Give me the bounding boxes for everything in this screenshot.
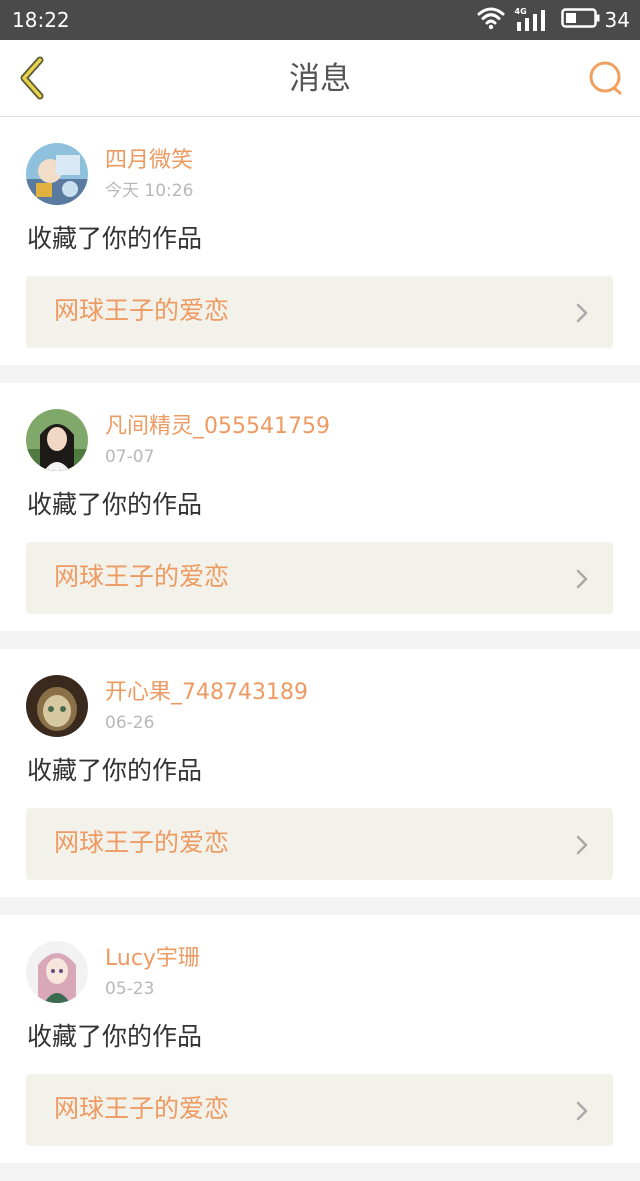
avatar[interactable] [26,675,88,737]
battery-level: 34 [604,8,630,32]
avatar[interactable] [26,941,88,1003]
status-icons: 4G 34 [477,6,630,34]
search-button[interactable] [586,58,626,98]
wifi-icon [477,6,505,34]
timestamp: 05-23 [105,979,155,999]
timestamp: 07-07 [105,447,155,467]
signal-icon: 4G [515,8,551,32]
username[interactable]: 四月微笑 [105,147,193,175]
message-text: 收藏了你的作品 [27,224,203,253]
work-title: 网球王子的爱恋 [54,1094,230,1123]
chevron-right-icon [576,835,588,855]
username[interactable]: Lucy宇珊 [105,945,200,973]
avatar[interactable] [26,143,88,205]
timestamp: 今天 10:26 [105,181,194,201]
username[interactable]: 开心果_748743189 [105,679,308,707]
message-card: Lucy宇珊 05-23 收藏了你的作品 网球王子的爱恋 [0,915,640,1163]
message-card: 开心果_748743189 06-26 收藏了你的作品 网球王子的爱恋 [0,649,640,897]
work-link[interactable]: 网球王子的爱恋 [26,276,613,348]
work-title: 网球王子的爱恋 [54,296,230,325]
work-link[interactable]: 网球王子的爱恋 [26,1074,613,1146]
timestamp: 06-26 [105,713,155,733]
username[interactable]: 凡间精灵_055541759 [105,413,330,441]
status-bar: 18:22 4G 34 [0,0,640,40]
chevron-right-icon [576,303,588,323]
work-link[interactable]: 网球王子的爱恋 [26,542,613,614]
chevron-right-icon [576,569,588,589]
message-card: 凡间精灵_055541759 07-07 收藏了你的作品 网球王子的爱恋 [0,383,640,631]
work-title: 网球王子的爱恋 [54,562,230,591]
page-title: 消息 [289,61,351,97]
message-list: 四月微笑 今天 10:26 收藏了你的作品 网球王子的爱恋 凡间精灵_05554… [0,117,640,1181]
chevron-right-icon [576,1101,588,1121]
message-card: 四月微笑 今天 10:26 收藏了你的作品 网球王子的爱恋 [0,117,640,365]
message-text: 收藏了你的作品 [27,756,203,785]
search-icon [589,61,622,95]
app-header: 消息 [0,40,640,117]
work-link[interactable]: 网球王子的爱恋 [26,808,613,880]
message-text: 收藏了你的作品 [27,1022,203,1051]
message-text: 收藏了你的作品 [27,490,203,519]
battery-icon [560,7,601,33]
avatar[interactable] [26,409,88,471]
work-title: 网球王子的爱恋 [54,828,230,857]
status-time: 18:22 [12,8,70,32]
